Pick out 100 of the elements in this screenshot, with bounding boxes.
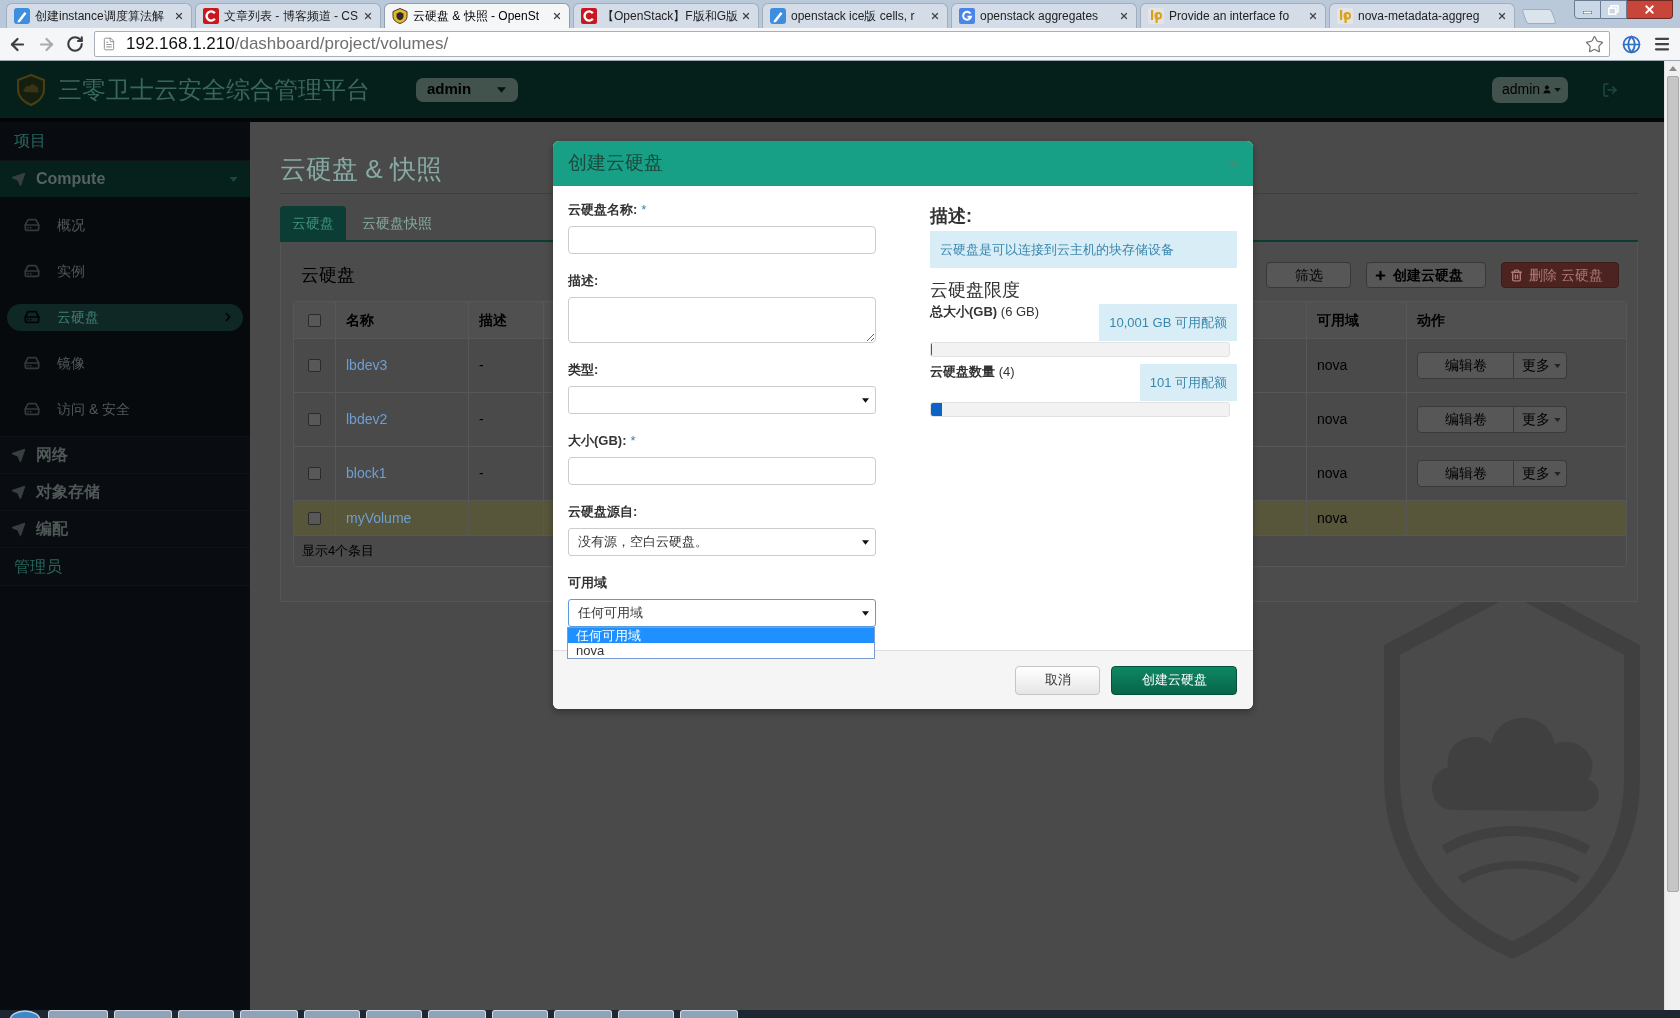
taskbar-button[interactable] (48, 1010, 108, 1018)
taskbar-button[interactable] (114, 1010, 172, 1018)
close-icon[interactable] (1119, 11, 1129, 21)
more-dropdown-button[interactable]: 更多 (1514, 460, 1567, 487)
project-dropdown[interactable]: admin (416, 77, 518, 102)
create-volume-submit-button[interactable]: 创建云硬盘 (1111, 665, 1237, 695)
browser-tab[interactable]: openstack aggregates (951, 3, 1137, 28)
caret-icon (497, 86, 506, 93)
user-icon (1542, 83, 1552, 96)
caret-icon (862, 539, 869, 545)
browser-tab[interactable]: 云硬盘 & 快照 - OpenSt (384, 3, 570, 28)
pen-tile-icon (14, 8, 30, 24)
checkbox[interactable] (308, 313, 321, 327)
new-tab-button[interactable] (1521, 9, 1557, 24)
hook-tile-icon (959, 8, 975, 24)
create-volume-button[interactable]: 创建云硬盘 (1366, 262, 1486, 288)
maximize-button[interactable] (1601, 0, 1627, 19)
drive-icon (22, 263, 42, 279)
browser-tab[interactable]: openstack ice版 cells, r (762, 3, 948, 28)
nav-item[interactable]: 概况 (7, 211, 243, 239)
edit-volume-button[interactable]: 编辑卷 (1417, 460, 1514, 487)
close-icon[interactable] (363, 11, 373, 21)
panel-heading: 云硬盘 (301, 263, 355, 287)
user-menu-button[interactable]: admin (1492, 76, 1568, 103)
logout-icon[interactable] (1602, 81, 1618, 98)
close-icon[interactable] (930, 11, 940, 21)
taskbar-button[interactable] (554, 1010, 612, 1018)
taskbar-button[interactable] (240, 1010, 298, 1018)
text-field[interactable] (568, 226, 876, 254)
field-label: 类型: (568, 361, 599, 379)
plus-icon (1374, 268, 1387, 282)
section-heading: 项目 (14, 131, 46, 151)
field-label: 可用域 (568, 574, 607, 592)
star-icon[interactable] (1585, 34, 1604, 54)
taskbar-button[interactable] (178, 1010, 234, 1018)
close-icon (1643, 3, 1656, 16)
nav-item[interactable]: 实例 (7, 257, 243, 285)
scrollbar-thumb[interactable] (1666, 76, 1679, 892)
nav-item[interactable]: 访问 & 安全 (7, 395, 243, 423)
close-window-button[interactable] (1627, 0, 1673, 19)
menu-icon[interactable] (1653, 35, 1671, 53)
checkbox[interactable] (308, 467, 321, 480)
paper-plane-icon (11, 484, 26, 500)
nav-item[interactable]: 镜像 (7, 349, 243, 377)
taskbar-button[interactable] (492, 1010, 548, 1018)
text-field[interactable] (568, 457, 876, 485)
textarea-field[interactable] (568, 297, 876, 343)
quota-heading: 云硬盘限度 (930, 279, 1020, 302)
close-icon[interactable] (741, 11, 751, 21)
address-field[interactable]: 192.168.1.210/dashboard/project/volumes/ (94, 31, 1610, 57)
taskbar-button[interactable] (618, 1010, 674, 1018)
browser-tab[interactable]: 创建instance调度算法解 (6, 3, 192, 28)
select-field[interactable]: 任何可用域 (568, 599, 876, 627)
bar-tile-icon (1148, 8, 1164, 24)
content-tab[interactable]: 云硬盘 (280, 206, 346, 240)
start-orb-icon[interactable] (8, 1010, 42, 1018)
select-field[interactable]: 没有源，空白云硬盘。 (568, 528, 876, 556)
taskbar-button[interactable] (304, 1010, 360, 1018)
taskbar-button[interactable] (680, 1010, 738, 1018)
more-dropdown-button[interactable]: 更多 (1514, 352, 1567, 379)
reload-icon[interactable] (66, 35, 84, 53)
checkbox[interactable] (308, 359, 321, 372)
browser-tab[interactable]: 【OpenStack】F版和G版 (573, 3, 759, 28)
globe-icon[interactable] (1622, 34, 1641, 54)
more-dropdown-button[interactable]: 更多 (1514, 406, 1567, 433)
select-field[interactable] (568, 386, 876, 414)
paper-plane-icon (11, 521, 26, 537)
taskbar-button[interactable] (366, 1010, 422, 1018)
volume-name-link[interactable]: myVolume (335, 501, 468, 535)
page-icon (102, 36, 116, 52)
close-icon[interactable] (1497, 11, 1507, 21)
edit-volume-button[interactable]: 编辑卷 (1417, 352, 1514, 379)
bar-tile-icon (1337, 8, 1353, 24)
browser-tab[interactable]: 文章列表 - 博客频道 - CS (195, 3, 381, 28)
checkbox[interactable] (308, 413, 321, 426)
caret-icon (229, 176, 238, 182)
quota-label: 总大小(GB) (6 GB) (930, 304, 1040, 320)
field-label: 描述: (568, 272, 599, 290)
content-tab[interactable]: 云硬盘快照 (350, 206, 444, 240)
scroll-up-arrow-icon (1668, 66, 1677, 71)
checkbox[interactable] (308, 511, 321, 525)
browser-tab[interactable]: nova-metadata-aggreg (1329, 3, 1515, 28)
nav-group[interactable]: Compute (0, 160, 250, 197)
edit-volume-button[interactable]: 编辑卷 (1417, 406, 1514, 433)
dropdown-option[interactable]: 任何可用域 (568, 628, 874, 643)
caret-icon (862, 610, 869, 616)
delete-volume-button[interactable]: 删除 云硬盘 (1501, 262, 1619, 288)
cancel-button[interactable]: 取消 (1015, 665, 1100, 695)
close-icon[interactable] (174, 11, 184, 21)
nav-item[interactable]: 云硬盘 (7, 303, 243, 331)
quota-available-badge: 101 可用配额 (1139, 364, 1237, 401)
minimize-button[interactable] (1574, 0, 1601, 19)
browser-tab[interactable]: Provide an interface fo (1140, 3, 1326, 28)
close-icon[interactable] (1308, 11, 1318, 21)
caret-icon (1554, 417, 1561, 422)
drive-icon (22, 355, 42, 371)
close-icon[interactable] (552, 11, 562, 21)
taskbar-button[interactable] (428, 1010, 486, 1018)
filter-button[interactable]: 筛选 (1266, 262, 1351, 288)
shield-logo-icon (17, 73, 45, 106)
